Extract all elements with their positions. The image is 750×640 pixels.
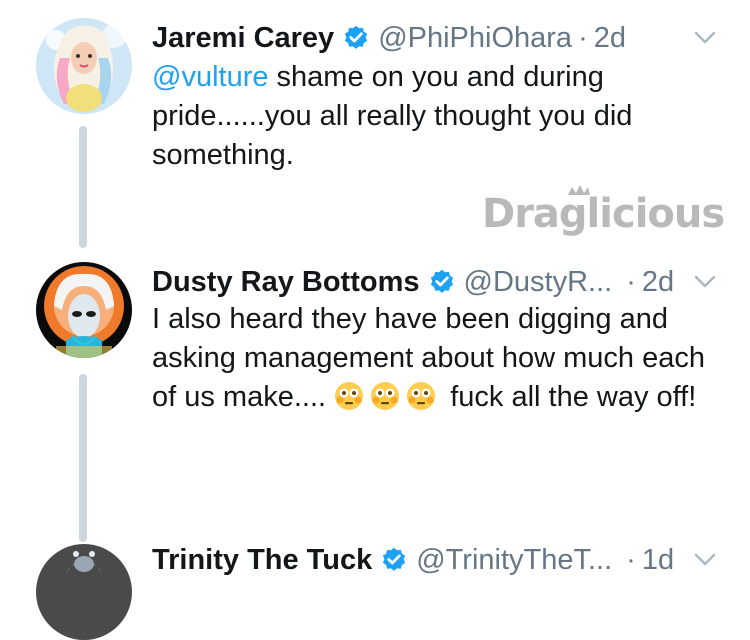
tweet-text: I also heard they have been digging and … bbox=[152, 300, 712, 417]
handle[interactable]: @PhiPhiOhara bbox=[378, 22, 572, 55]
flushed-face-emoji-icon bbox=[371, 382, 400, 410]
flushed-face-emoji-icon bbox=[335, 382, 364, 410]
flushed-face-emoji-icon bbox=[407, 382, 436, 410]
display-name[interactable]: Dusty Ray Bottoms bbox=[152, 266, 420, 299]
separator-dot: · bbox=[626, 265, 636, 298]
avatar-image-icon bbox=[36, 18, 132, 114]
avatar-image-icon bbox=[36, 262, 132, 358]
tweet-text: @vulture shame on you and during pride..… bbox=[152, 58, 712, 175]
handle[interactable]: @DustyR... bbox=[464, 266, 613, 299]
chevron-down-icon[interactable] bbox=[690, 544, 720, 574]
watermark-text: Draglicious bbox=[482, 191, 725, 237]
timestamp[interactable]: 1d bbox=[642, 544, 674, 577]
display-name[interactable]: Trinity The Tuck bbox=[152, 544, 372, 577]
tweet-header: Trinity The Tuck @TrinityTheT... · 1d bbox=[152, 540, 674, 580]
mention-link[interactable]: @vulture bbox=[152, 61, 268, 93]
thread-line bbox=[79, 126, 87, 248]
verified-badge-icon bbox=[430, 269, 453, 293]
chevron-down-icon[interactable] bbox=[690, 266, 720, 296]
tweet-header: Dusty Ray Bottoms @DustyR... · 2d bbox=[152, 262, 674, 302]
timestamp[interactable]: 2d bbox=[594, 22, 626, 55]
timestamp[interactable]: 2d bbox=[642, 266, 674, 299]
display-name[interactable]: Jaremi Carey bbox=[152, 22, 334, 55]
tweet[interactable]: Trinity The Tuck @TrinityTheT... · 1d bbox=[0, 540, 750, 640]
verified-badge-icon bbox=[345, 25, 368, 49]
tweet-header: Jaremi Carey @PhiPhiOhara · 2d bbox=[152, 18, 626, 58]
verified-badge-icon bbox=[383, 547, 406, 571]
handle[interactable]: @TrinityTheT... bbox=[416, 544, 612, 577]
tweet-text-content: fuck all the way off! bbox=[442, 381, 697, 413]
avatar[interactable] bbox=[36, 544, 132, 640]
separator-dot: · bbox=[578, 21, 588, 54]
avatar[interactable] bbox=[36, 18, 132, 114]
chevron-down-icon[interactable] bbox=[690, 22, 720, 52]
avatar[interactable] bbox=[36, 262, 132, 358]
tweet[interactable]: Dusty Ray Bottoms @DustyR... · 2d I also… bbox=[0, 262, 750, 542]
watermark-logo: Draglicious bbox=[482, 183, 725, 253]
thread-line bbox=[79, 374, 87, 542]
separator-dot: · bbox=[626, 543, 636, 576]
avatar-image-icon bbox=[36, 544, 132, 640]
